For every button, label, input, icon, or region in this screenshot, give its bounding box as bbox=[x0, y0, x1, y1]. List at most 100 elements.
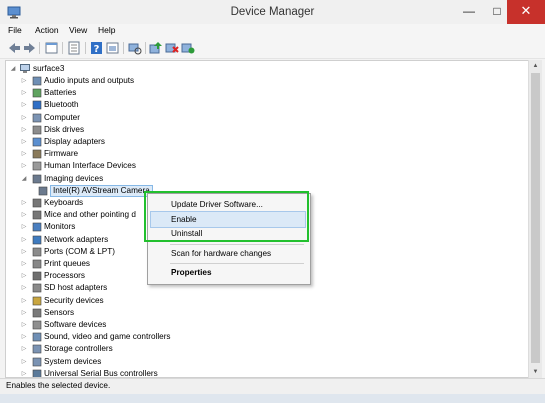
tree-category-row[interactable]: ▷ Sound, video and game controllers bbox=[20, 331, 320, 343]
expand-arrow-icon[interactable]: ▷ bbox=[20, 356, 28, 368]
expand-arrow-icon[interactable]: ▷ bbox=[20, 331, 28, 343]
tree-category-row[interactable]: ▷ Firmware bbox=[20, 148, 320, 160]
tree-category-label: Disk drives bbox=[44, 124, 85, 134]
selected-device-label: Intel(R) AVStream Camera bbox=[50, 184, 153, 197]
tree-category-row[interactable]: ▷ Batteries bbox=[20, 87, 320, 99]
expand-arrow-icon[interactable]: ▷ bbox=[20, 136, 28, 148]
device-category-icon bbox=[32, 345, 42, 354]
menu-help[interactable]: Help bbox=[98, 25, 115, 35]
expand-arrow-icon[interactable]: ▷ bbox=[20, 270, 28, 282]
toolbar-separator bbox=[62, 42, 63, 54]
tree-category-row[interactable]: ▷ Security devices bbox=[20, 295, 320, 307]
tree-category-row[interactable]: ▷ Software devices bbox=[20, 319, 320, 331]
collapse-arrow-icon[interactable]: ◢ bbox=[9, 63, 17, 75]
scroll-up-icon[interactable]: ▲ bbox=[529, 60, 542, 72]
scan-icon[interactable] bbox=[127, 41, 142, 55]
expand-arrow-icon[interactable]: ▷ bbox=[20, 112, 28, 124]
tree-category-label: Sensors bbox=[44, 307, 75, 317]
menu-file[interactable]: File bbox=[8, 25, 22, 35]
expand-arrow-icon[interactable]: ▷ bbox=[20, 307, 28, 319]
expand-arrow-icon[interactable]: ▷ bbox=[20, 246, 28, 258]
expand-arrow-icon[interactable]: ▷ bbox=[20, 209, 28, 221]
tree-category-row[interactable]: ▷ Universal Serial Bus controllers bbox=[20, 368, 320, 377]
help-icon[interactable]: ? bbox=[89, 41, 104, 55]
toolbar-separator bbox=[145, 42, 146, 54]
menu-view[interactable]: View bbox=[69, 25, 87, 35]
device-category-icon bbox=[32, 332, 42, 342]
expand-arrow-icon[interactable]: ▷ bbox=[20, 197, 28, 209]
menu-separator bbox=[170, 244, 304, 245]
camera-icon bbox=[38, 186, 48, 196]
expand-arrow-icon[interactable]: ▷ bbox=[20, 87, 28, 99]
console-tree-icon[interactable] bbox=[44, 41, 59, 55]
device-category-icon bbox=[32, 235, 42, 244]
uninstall-icon[interactable] bbox=[180, 41, 195, 55]
menu-action[interactable]: Action bbox=[35, 25, 59, 35]
tree-category-label: Computer bbox=[44, 112, 80, 122]
expand-arrow-icon[interactable]: ▷ bbox=[20, 282, 28, 294]
tree-category-label: Keyboards bbox=[44, 198, 84, 207]
properties-icon[interactable] bbox=[67, 41, 82, 55]
tree-category-row[interactable]: ▷ Audio inputs and outputs bbox=[20, 75, 320, 87]
expand-arrow-icon[interactable]: ▷ bbox=[20, 99, 28, 111]
expand-arrow-icon[interactable]: ▷ bbox=[20, 221, 28, 233]
expand-arrow-icon[interactable]: ▷ bbox=[20, 343, 28, 355]
back-icon[interactable] bbox=[7, 41, 22, 55]
expand-arrow-icon[interactable]: ▷ bbox=[20, 295, 28, 307]
scroll-down-icon[interactable]: ▼ bbox=[529, 366, 542, 378]
forward-icon[interactable] bbox=[22, 41, 37, 55]
tree-category-row[interactable]: ▷ Sensors bbox=[20, 307, 320, 319]
update-driver-icon[interactable] bbox=[148, 41, 163, 55]
computer-icon bbox=[20, 64, 30, 73]
toolbar-separator bbox=[85, 42, 86, 54]
close-button[interactable]: ✕ bbox=[507, 0, 545, 24]
device-category-icon bbox=[32, 88, 42, 98]
scroll-thumb[interactable] bbox=[531, 73, 540, 363]
device-category-icon bbox=[32, 174, 42, 183]
tree-category-row[interactable]: ◢ Imaging devices bbox=[20, 173, 320, 185]
menu-separator bbox=[170, 263, 304, 264]
device-category-icon bbox=[32, 271, 42, 281]
tree-category-row[interactable]: ▷ Display adapters bbox=[20, 136, 320, 148]
device-category-icon bbox=[32, 308, 42, 318]
tree-category-row[interactable]: ▷ Computer bbox=[20, 112, 320, 124]
tree-category-label: System devices bbox=[44, 356, 102, 366]
expand-arrow-icon[interactable]: ▷ bbox=[20, 148, 28, 160]
menu-properties[interactable]: Properties bbox=[149, 265, 307, 280]
minimize-button[interactable]: — bbox=[455, 0, 483, 24]
disable-icon[interactable] bbox=[164, 41, 179, 55]
toolbar-separator bbox=[123, 42, 124, 54]
tree-category-row[interactable]: ▷ System devices bbox=[20, 356, 320, 368]
collapse-arrow-icon[interactable]: ◢ bbox=[20, 173, 28, 185]
highlight-box bbox=[144, 191, 309, 242]
expand-arrow-icon[interactable]: ▷ bbox=[20, 319, 28, 331]
tree-category-label: Firmware bbox=[44, 149, 79, 159]
expand-arrow-icon[interactable]: ▷ bbox=[20, 258, 28, 270]
expand-arrow-icon[interactable]: ▷ bbox=[20, 75, 28, 87]
svg-text:?: ? bbox=[94, 44, 100, 55]
expand-arrow-icon[interactable]: ▷ bbox=[20, 368, 28, 377]
device-category-icon bbox=[32, 198, 42, 208]
device-category-icon bbox=[32, 125, 42, 135]
show-hidden-icon[interactable] bbox=[105, 41, 120, 55]
menu-scan-hardware-label: Scan for hardware changes bbox=[171, 249, 272, 258]
expand-arrow-icon[interactable]: ▷ bbox=[20, 124, 28, 136]
tree-category-label: Print queues bbox=[44, 259, 90, 268]
tree-category-label: Mice and other pointing d bbox=[44, 210, 136, 220]
device-category-icon bbox=[32, 162, 42, 171]
tree-category-row[interactable]: ▷ Disk drives bbox=[20, 124, 320, 136]
tree-category-label: Processors bbox=[44, 271, 85, 281]
tree-category-label: SD host adapters bbox=[44, 283, 108, 293]
toolbar: ? bbox=[0, 39, 545, 59]
menu-properties-label: Properties bbox=[171, 268, 212, 277]
vertical-scrollbar[interactable]: ▲ ▼ bbox=[528, 60, 542, 378]
menu-scan-hardware[interactable]: Scan for hardware changes bbox=[149, 246, 307, 261]
tree-category-row[interactable]: ▷ Bluetooth bbox=[20, 99, 320, 111]
tree-category-label: Monitors bbox=[44, 222, 76, 232]
tree-category-row[interactable]: ▷ Storage controllers bbox=[20, 343, 320, 355]
tree-category-row[interactable]: ▷ Human Interface Devices bbox=[20, 160, 320, 172]
tree-root[interactable]: ◢ surface3 bbox=[9, 63, 209, 75]
expand-arrow-icon[interactable]: ▷ bbox=[20, 234, 28, 246]
taskbar-strip bbox=[0, 394, 545, 403]
expand-arrow-icon[interactable]: ▷ bbox=[20, 160, 28, 172]
